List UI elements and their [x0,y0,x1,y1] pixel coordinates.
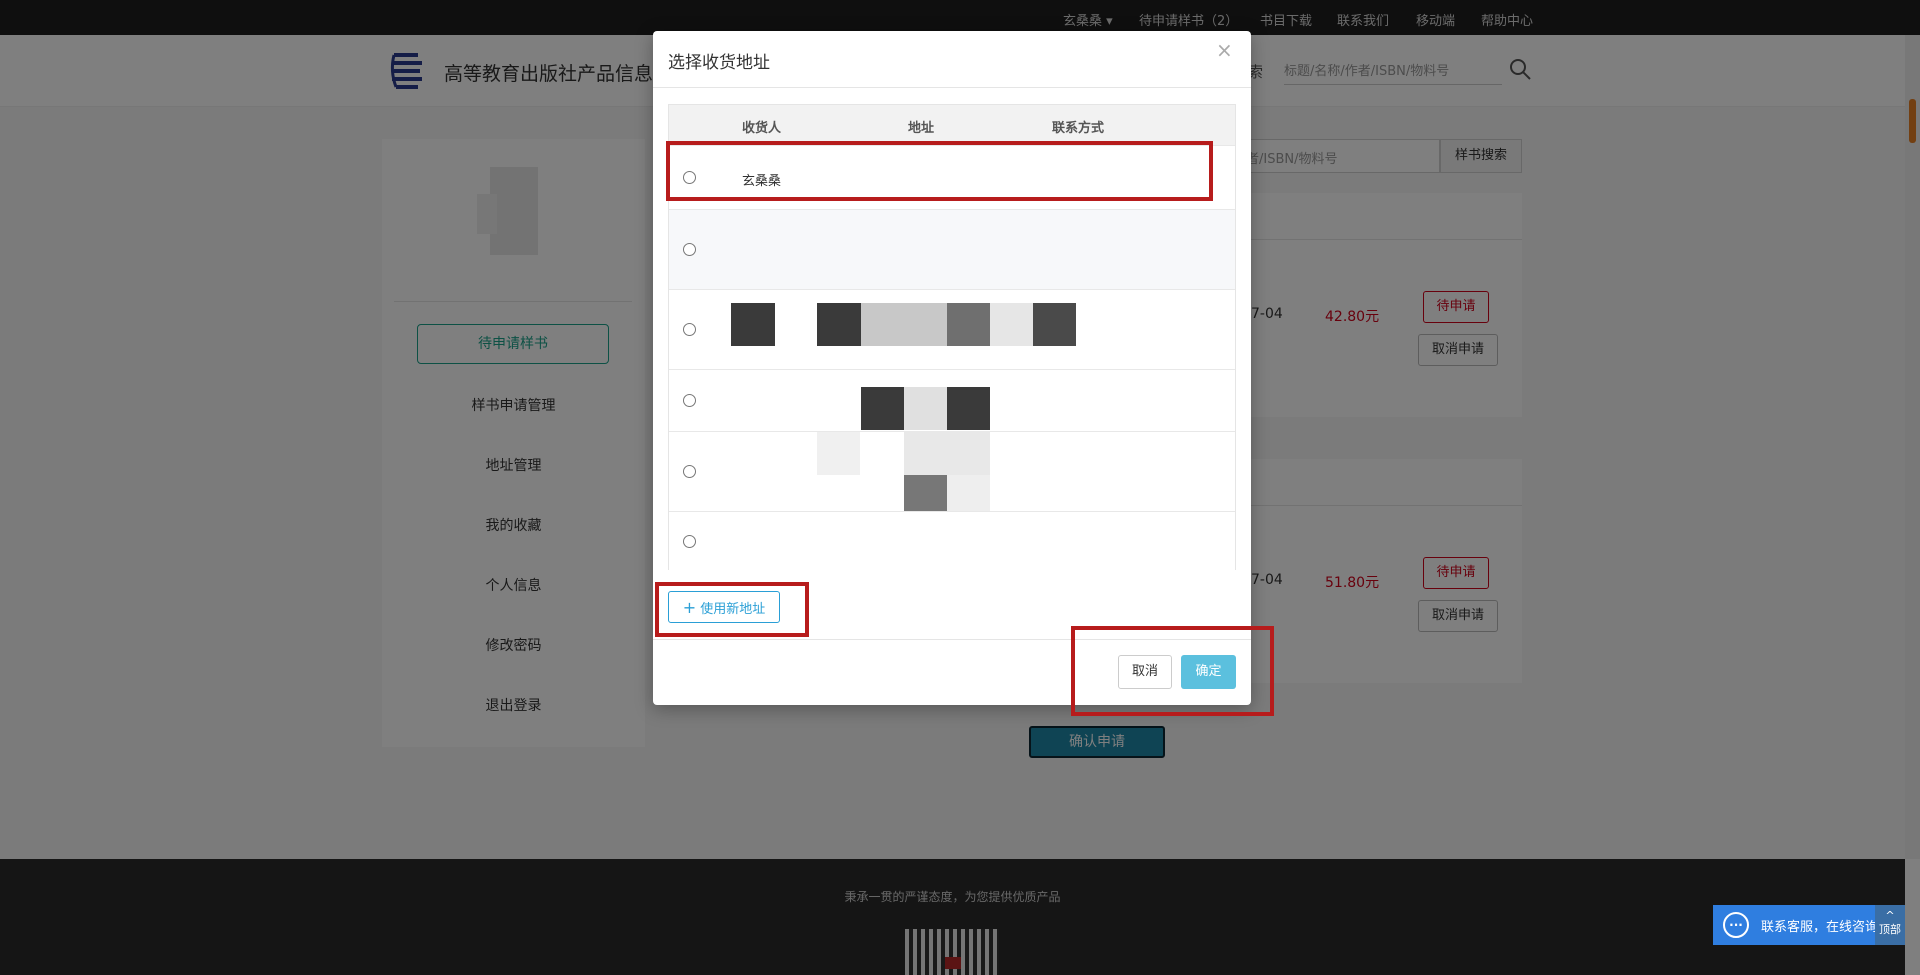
back-to-top-button[interactable]: ^ 顶部 [1875,905,1905,945]
redacted-block [904,387,947,430]
redacted-block [861,387,904,430]
column-recipient: 收货人 [742,121,782,136]
address-radio[interactable] [683,465,696,478]
address-radio[interactable] [683,323,696,336]
redacted-block [731,303,775,346]
highlight-box-new-address [655,582,809,637]
highlight-box-dialog-buttons [1071,626,1274,716]
table-row[interactable] [669,431,1235,518]
chat-label: 联系客服，在线咨询 [1761,919,1879,935]
redacted-block [1033,303,1076,346]
redacted-block [904,432,990,475]
table-row[interactable] [669,209,1235,289]
dialog-header-divider [653,87,1251,88]
table-row[interactable] [669,289,1235,369]
address-radio[interactable] [683,243,696,256]
column-address: 地址 [908,121,935,136]
table-row[interactable] [669,369,1235,431]
close-icon[interactable]: × [1216,38,1233,62]
back-to-top-label: 顶部 [1879,923,1901,936]
dialog-title: 选择收货地址 [668,53,770,73]
redacted-block [817,303,861,346]
address-radio[interactable] [683,394,696,407]
table-row[interactable] [669,511,1235,571]
chat-bubble-icon: ··· [1723,912,1749,938]
redacted-block [947,387,990,430]
redacted-block [947,303,990,346]
column-contact: 联系方式 [1052,121,1105,136]
redacted-block [990,303,1033,346]
highlight-box-first-row [666,141,1213,201]
redacted-block [861,303,947,346]
customer-service-chat[interactable]: ··· 联系客服，在线咨询 [1713,905,1889,945]
address-radio[interactable] [683,535,696,548]
redacted-block [817,432,860,475]
table-header: 收货人 地址 联系方式 [669,105,1235,145]
